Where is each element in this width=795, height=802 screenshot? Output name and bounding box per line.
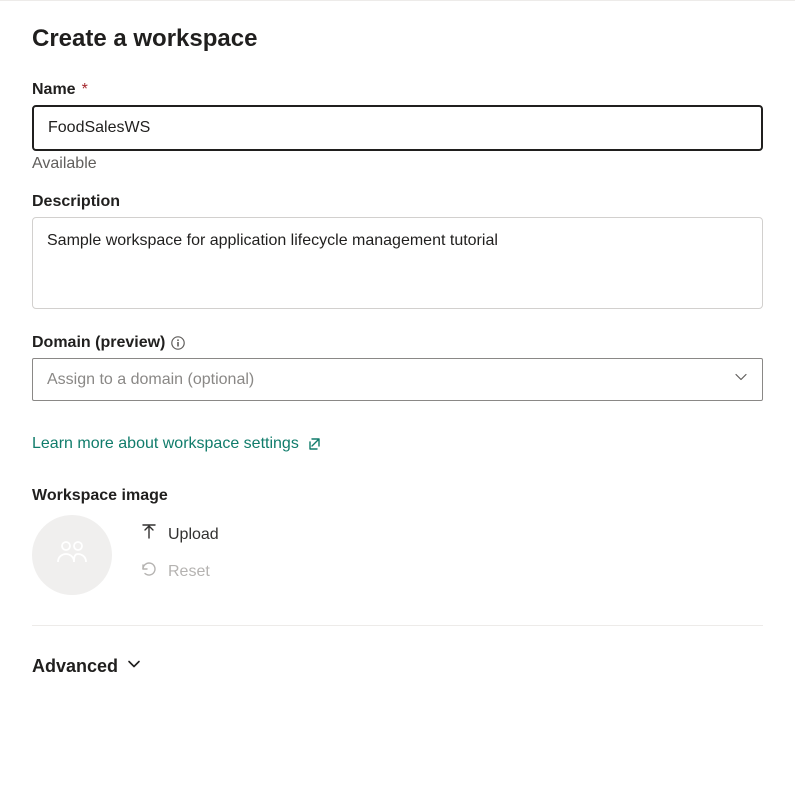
reset-icon: [140, 560, 158, 583]
upload-button[interactable]: Upload: [140, 523, 219, 546]
name-availability-status: Available: [32, 155, 763, 173]
page-title: Create a workspace: [32, 25, 763, 53]
info-icon[interactable]: [171, 336, 185, 350]
reset-label: Reset: [168, 563, 210, 581]
external-link-icon: [307, 436, 323, 452]
upload-label: Upload: [168, 526, 219, 544]
advanced-label: Advanced: [32, 656, 118, 677]
divider: [32, 625, 763, 626]
domain-dropdown-placeholder: Assign to a domain (optional): [47, 371, 254, 389]
name-label: Name *: [32, 81, 763, 99]
domain-dropdown[interactable]: Assign to a domain (optional): [32, 358, 763, 401]
name-input[interactable]: [32, 105, 763, 151]
people-icon: [53, 534, 91, 577]
chevron-down-icon: [734, 370, 748, 389]
workspace-image-placeholder: [32, 515, 112, 595]
description-label: Description: [32, 193, 763, 211]
reset-button[interactable]: Reset: [140, 560, 219, 583]
upload-icon: [140, 523, 158, 546]
description-label-text: Description: [32, 193, 120, 211]
learn-more-link[interactable]: Learn more about workspace settings: [32, 435, 323, 453]
learn-more-text: Learn more about workspace settings: [32, 435, 299, 453]
workspace-image-section: Workspace image: [32, 487, 763, 595]
description-input[interactable]: [32, 217, 763, 309]
workspace-image-actions: Upload Reset: [140, 515, 219, 583]
workspace-image-label: Workspace image: [32, 487, 763, 505]
workspace-image-row: Upload Reset: [32, 515, 763, 595]
domain-label-text: Domain (preview): [32, 334, 165, 352]
domain-label: Domain (preview): [32, 334, 763, 352]
name-label-text: Name: [32, 81, 76, 99]
advanced-toggle[interactable]: Advanced: [32, 656, 142, 677]
name-field-group: Name * Available: [32, 81, 763, 173]
domain-field-group: Domain (preview) Assign to a domain (opt…: [32, 334, 763, 401]
chevron-down-icon: [126, 656, 142, 677]
description-field-group: Description: [32, 193, 763, 314]
required-indicator: *: [82, 81, 88, 99]
